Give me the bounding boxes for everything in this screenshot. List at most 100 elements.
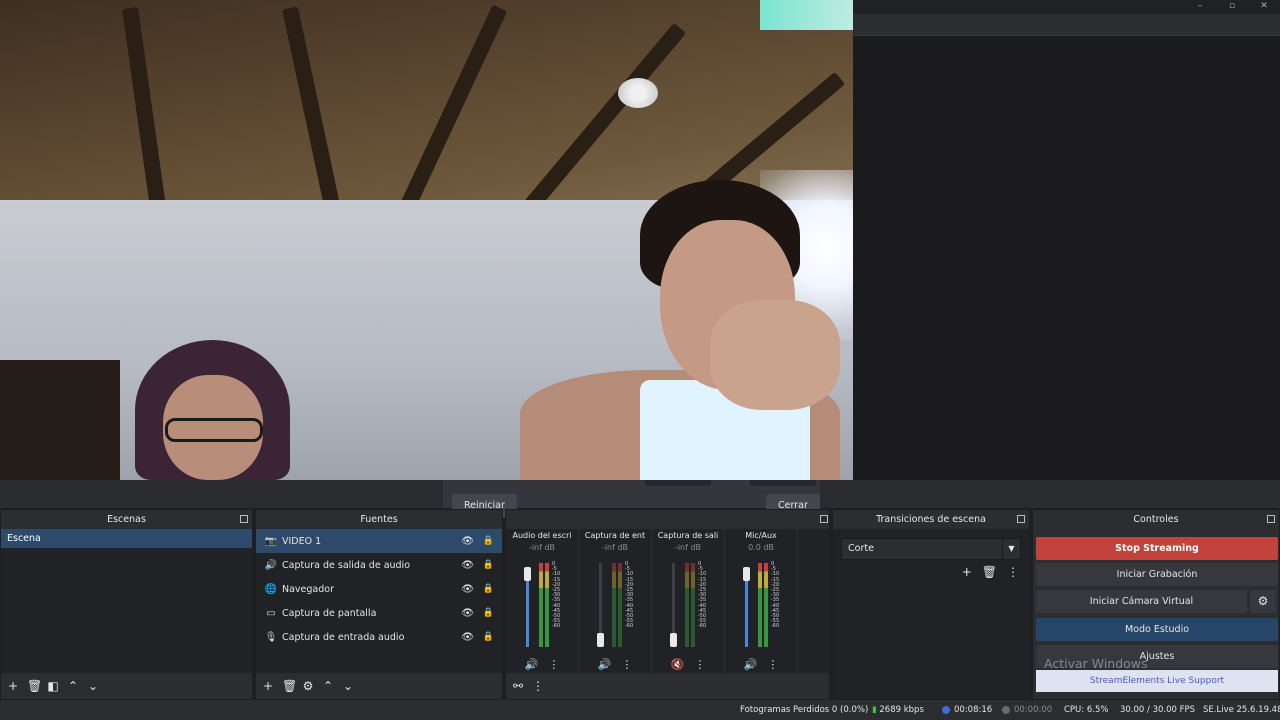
fader-handle[interactable] — [743, 566, 750, 581]
move-down-icon[interactable]: ⌄ — [342, 679, 354, 693]
lock-icon[interactable]: 🔒 — [483, 560, 494, 570]
source-item[interactable]: 🔊 Captura de salida de audio 👁 🔒 — [256, 553, 502, 577]
channel-controls: 🔊 ⋮ — [506, 658, 578, 671]
stop-streaming-button[interactable]: Stop Streaming — [1036, 537, 1278, 560]
channel-db: -inf dB — [674, 543, 702, 552]
source-item[interactable]: 🌐 Navegador 👁 🔒 — [256, 577, 502, 601]
more-options-icon[interactable]: ⋮ — [1007, 565, 1019, 579]
move-up-icon[interactable]: ⌃ — [67, 679, 79, 693]
speaker-icon[interactable]: 🔊 — [525, 658, 539, 671]
more-options-icon[interactable]: ⋮ — [621, 658, 632, 671]
eye-icon[interactable]: 👁 — [461, 536, 474, 547]
more-options-icon[interactable]: ⋮ — [694, 658, 705, 671]
channel-name: Mic/Aux — [745, 531, 777, 540]
level-meter — [612, 563, 616, 647]
collapsed-dropdown[interactable] — [750, 480, 816, 486]
trash-icon[interactable]: 🗑 — [982, 565, 997, 579]
activate-windows-watermark: Activar Windows — [1044, 656, 1148, 671]
version-label: SE.Live 25.6.19.485 — [1203, 705, 1280, 715]
undock-icon[interactable] — [1267, 515, 1275, 523]
fader-handle[interactable] — [670, 633, 677, 647]
start-virtual-camera-button[interactable]: Iniciar Cámara Virtual — [1036, 590, 1247, 613]
source-label: Captura de salida de audio — [282, 559, 411, 571]
meter-scale: 0 -5 -10 -15 -20 -25 -30 -35 -40 -45 -50 -55 -60 — [698, 561, 707, 630]
fader-handle[interactable] — [524, 566, 531, 581]
meter-scale: 0 -5 -10 -15 -20 -25 -30 -35 -40 -45 -50 -55 -60 — [552, 561, 560, 630]
controls-dock: Controles Stop Streaming Iniciar Grabaci… — [1032, 509, 1280, 700]
maximize-button[interactable]: ▫ — [1217, 0, 1247, 14]
muted-speaker-icon[interactable]: 🔇 — [671, 658, 685, 671]
scene-item[interactable]: Escena — [1, 529, 252, 548]
meter-tick: -60 — [625, 623, 634, 630]
speaker-icon[interactable]: 🔊 — [598, 658, 612, 671]
collapsed-dropdown[interactable] — [645, 480, 711, 486]
source-item[interactable]: 🎙 Captura de entrada audio 👁 🔒 — [256, 625, 502, 649]
lock-icon[interactable]: 🔒 — [483, 536, 494, 546]
camera-icon: 📷 — [264, 535, 278, 547]
record-timer: 00:00:00 — [1002, 700, 1052, 720]
source-item[interactable]: ▭ Captura de pantalla 👁 🔒 — [256, 601, 502, 625]
channel-controls: 🔊 ⋮ — [579, 658, 651, 671]
scenes-dock: Escenas Escena + 🗑 ◧ ⌃ ⌄ — [0, 509, 253, 700]
level-meter — [545, 563, 549, 647]
lock-icon[interactable]: 🔒 — [483, 584, 494, 594]
fps-readout: 30.00 / 30.00 FPS — [1120, 705, 1196, 715]
minimize-button[interactable]: – — [1185, 0, 1215, 14]
audio-mixer-dock: Audio del escri -inf dB 0 -5 -10 -15 -20 -25 -30… — [505, 509, 830, 700]
eye-icon[interactable]: 👁 — [461, 608, 474, 619]
start-recording-button[interactable]: Iniciar Grabación — [1036, 563, 1278, 586]
fader-handle[interactable] — [597, 633, 604, 647]
microphone-icon: 🎙 — [264, 631, 278, 643]
source-label: Captura de pantalla — [282, 607, 377, 619]
transition-select[interactable]: Corte ▼ — [841, 538, 1021, 560]
undock-icon[interactable] — [240, 515, 248, 523]
transition-value: Corte — [848, 543, 874, 554]
source-item[interactable]: 📷 VIDEO 1 👁 🔒 — [256, 529, 502, 553]
add-transition-icon[interactable]: + — [962, 565, 972, 579]
channel-db: -inf dB — [528, 543, 556, 552]
close-window-button[interactable]: ✕ — [1249, 0, 1279, 14]
signal-icon: ▮ — [872, 705, 877, 715]
controls-title: Controles — [1133, 514, 1179, 525]
preview-background — [853, 36, 1280, 480]
add-scene-icon[interactable]: + — [7, 679, 19, 693]
studio-mode-button[interactable]: Modo Estudio — [1036, 618, 1278, 641]
filter-icon[interactable]: ◧ — [47, 679, 59, 693]
meter-tick: -60 — [771, 623, 780, 630]
gear-icon[interactable]: ⚙ — [302, 679, 314, 693]
eye-icon[interactable]: 👁 — [461, 584, 474, 595]
transitions-body: Corte ▼ + 🗑 ⋮ — [833, 529, 1029, 699]
lock-icon[interactable]: 🔒 — [483, 632, 494, 642]
add-source-icon[interactable]: + — [262, 679, 274, 693]
sources-header: Fuentes — [256, 510, 502, 529]
more-options-icon[interactable]: ⋮ — [532, 679, 544, 693]
undock-icon[interactable] — [1017, 515, 1025, 523]
advanced-audio-icon[interactable]: ⚯ — [512, 679, 524, 693]
level-meter — [758, 563, 762, 647]
move-up-icon[interactable]: ⌃ — [322, 679, 334, 693]
gear-icon[interactable]: ⚙ — [1250, 590, 1276, 613]
level-meter — [539, 563, 543, 647]
move-down-icon[interactable]: ⌄ — [87, 679, 99, 693]
transition-toolbar: + 🗑 ⋮ — [962, 565, 1019, 579]
trash-icon[interactable]: 🗑 — [27, 679, 42, 693]
stream-preview[interactable] — [0, 0, 853, 480]
eye-icon[interactable]: 👁 — [461, 632, 474, 643]
meter-tick: -60 — [698, 623, 707, 630]
mixer-channel: Mic/Aux 0.0 dB 0 -5 -10 -15 -20 -25 -30 -35 -40 -45… — [725, 529, 798, 675]
menu-bar — [853, 14, 1280, 36]
more-options-icon[interactable]: ⋮ — [548, 658, 559, 671]
mixer-header — [506, 510, 829, 529]
mixer-channel: Audio del escri -inf dB 0 -5 -10 -15 -20 -25 -30… — [506, 529, 579, 675]
meter-scale: 0 -5 -10 -15 -20 -25 -30 -35 -40 -45 -50 -55 -60 — [771, 561, 780, 630]
trash-icon[interactable]: 🗑 — [282, 679, 297, 693]
lock-icon[interactable]: 🔒 — [483, 608, 494, 618]
undock-icon[interactable] — [820, 515, 828, 523]
speaker-icon[interactable]: 🔊 — [744, 658, 758, 671]
eye-icon[interactable]: 👁 — [461, 560, 474, 571]
record-icon — [1002, 705, 1010, 714]
chevron-down-icon: ▼ — [1002, 539, 1020, 559]
sources-dock: Fuentes 📷 VIDEO 1 👁 🔒 🔊 Captura de salid… — [255, 509, 503, 700]
preview-led-strip — [760, 0, 853, 30]
more-options-icon[interactable]: ⋮ — [767, 658, 778, 671]
